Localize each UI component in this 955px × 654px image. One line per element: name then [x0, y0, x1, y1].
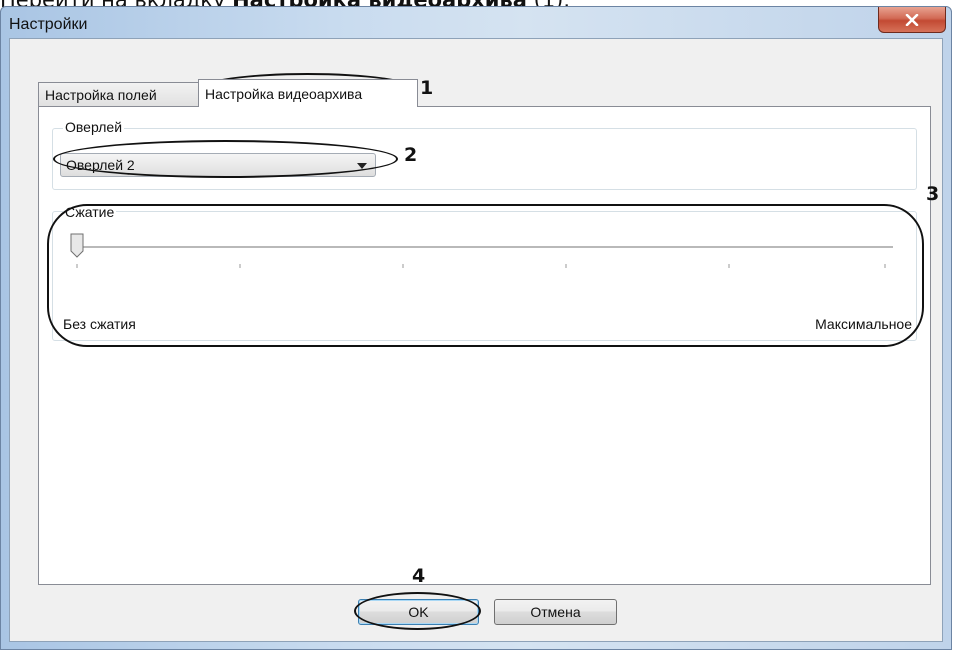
annotation-ellipse-2	[53, 140, 398, 178]
close-x-icon	[905, 13, 919, 26]
annotation-ellipse-4	[354, 592, 481, 630]
annotation-ellipse-3	[47, 204, 924, 347]
annotation-number-1: 1	[420, 77, 434, 99]
tab-field-settings[interactable]: Настройка полей	[38, 82, 199, 107]
tab-video-archive-settings[interactable]: Настройка видеоархива	[198, 79, 418, 107]
close-button[interactable]	[878, 7, 946, 33]
annotation-number-4: 4	[412, 565, 426, 587]
tab-label: Настройка полей	[45, 87, 157, 103]
annotation-number-3: 3	[926, 183, 940, 205]
cancel-button-label: Отмена	[530, 604, 581, 620]
window-title: Настройки	[9, 16, 88, 33]
overlay-group-label: Оверлей	[63, 119, 125, 135]
tab-label: Настройка видеоархива	[205, 85, 363, 102]
cancel-button[interactable]: Отмена	[494, 599, 617, 625]
annotation-number-2: 2	[404, 144, 418, 166]
